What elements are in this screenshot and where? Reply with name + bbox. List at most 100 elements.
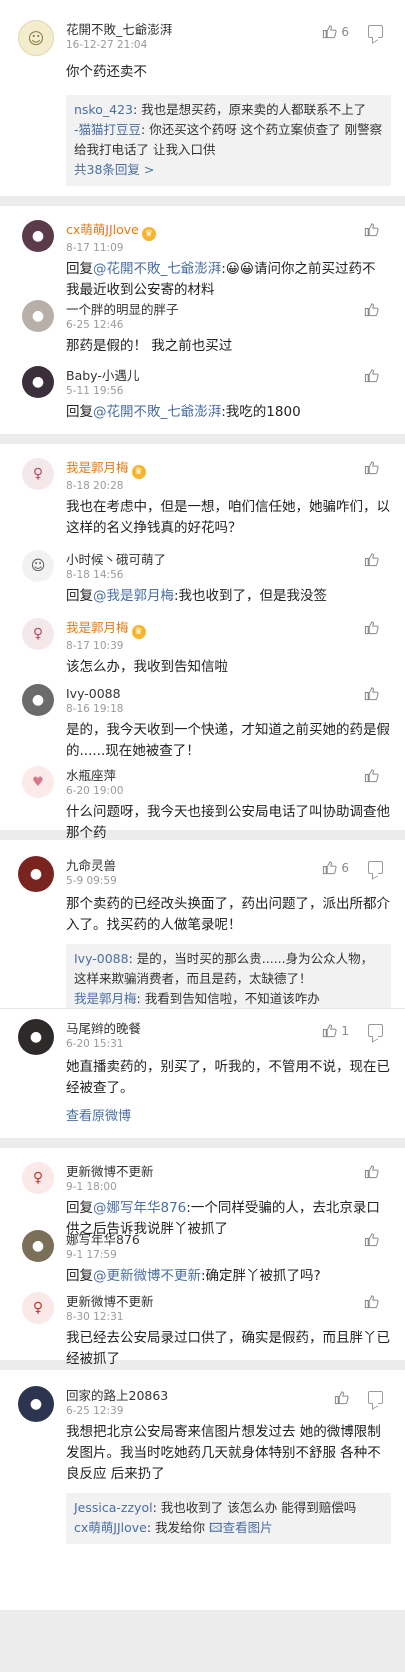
mention-link[interactable]: @更新微博不更新 [93, 1268, 201, 1284]
thumbs-up-icon [364, 303, 379, 317]
avatar[interactable]: ☺ [18, 20, 54, 56]
reply-box[interactable]: Jessica-zzyol: 我也收到了 该怎么办 能得到赔偿吗 cx萌萌JJl… [66, 1493, 391, 1544]
comment-text: 该怎么办，我收到告知信啦 [66, 659, 228, 675]
reply-username[interactable]: cx萌萌JJlove [74, 1520, 147, 1535]
like-button[interactable]: 1 [322, 1023, 349, 1038]
reply-box[interactable]: nsko_423: 我也是想买药，原来卖的人都联系不上了 -猫猫打豆豆: 你还买… [66, 95, 391, 186]
mention-link[interactable]: @花開不敗_七爺澎湃 [93, 261, 221, 277]
thumbs-up-icon [364, 1233, 379, 1247]
comment: ♥ 水瓶座萍 6-20 19:00 什么问题呀，我今天也接到公安局电话了叫协助调… [0, 766, 405, 844]
comment-text: 你个药还卖不 [66, 64, 147, 80]
comment: ♀ 我是郭月梅 ♛ 8-18 20:28 我也在考虑中，但是一想，咱们信任她，她骗… [0, 458, 405, 550]
timestamp: 6-20 15:31 [66, 1038, 124, 1050]
like-button[interactable] [364, 368, 379, 383]
avatar[interactable]: ♀ [22, 618, 54, 650]
username[interactable]: cx萌萌JJlove ♛ [66, 220, 393, 241]
comment-card: ♀ 我是郭月梅 ♛ 8-18 20:28 我也在考虑中，但是一想，咱们信任她，她骗… [0, 444, 405, 841]
avatar[interactable]: ☺ [22, 550, 54, 582]
comment: ● Baby-小遇儿 5-11 19:56 回复@花開不敗_七爺澎湃:我吃的18… [0, 366, 405, 423]
reply-username[interactable]: Ivy-0088 [74, 951, 129, 966]
avatar[interactable]: ● [22, 1230, 54, 1262]
more-replies-link[interactable]: 共38条回复 > [74, 160, 383, 180]
username[interactable]: 更新微博不更新 [66, 1162, 393, 1180]
thumbs-up-icon [364, 769, 379, 783]
username[interactable]: 更新微博不更新 [66, 1292, 393, 1310]
like-button[interactable]: 6 [322, 24, 349, 39]
mention-link[interactable]: @娜写年华876 [93, 1200, 186, 1216]
timestamp: 5-9 09:59 [66, 875, 117, 887]
timestamp: 8-17 11:09 [66, 242, 124, 254]
username[interactable]: 我是郭月梅 ♛ [66, 458, 393, 479]
like-button[interactable] [364, 1232, 379, 1247]
comment: ☺ 小时候丶硪可萌了 8-18 14:56 回复@我是郭月梅:我也收到了，但是我… [0, 550, 405, 618]
comment-card: ☺ 花開不敗_七爺澎湃 16-12-27 21:04 6 你个药还卖不 nsko… [0, 0, 405, 196]
avatar[interactable]: ♀ [22, 1162, 54, 1194]
timestamp: 6-25 12:46 [66, 319, 124, 331]
avatar[interactable]: ● [18, 856, 54, 892]
like-button[interactable] [334, 1390, 349, 1405]
comment-card: ♀ 更新微博不更新 9-1 18:00 回复@娜写年华876:一个同样受骗的人，… [0, 1148, 405, 1367]
like-button[interactable] [364, 302, 379, 317]
reply-username[interactable]: 我是郭月梅 [74, 991, 137, 1006]
avatar[interactable]: ● [22, 300, 54, 332]
username[interactable]: 我是郭月梅 ♛ [66, 618, 393, 639]
timestamp: 9-1 17:59 [66, 1249, 117, 1261]
comment-text: 我想把北京公安局寄来信图片想发过去 她的微博限制发图片。我当时吃她药几天就身体特… [66, 1424, 381, 1482]
reply-icon[interactable] [368, 1391, 383, 1404]
mention-link[interactable]: @我是郭月梅 [93, 588, 174, 604]
reply-box[interactable]: Ivy-0088: 是的，当时买的那么贵......身为公众人物，这样来欺骗消费… [66, 944, 391, 1015]
comment-card: ● 九命灵兽 5-9 09:59 6 那个卖药的已经改头换面了，药出问题了，派出… [0, 840, 405, 1015]
avatar[interactable]: ● [18, 1019, 54, 1055]
comment-card: ● 回家的路上20863 6-25 12:39 我想把北京公安局寄来信图片想发过… [0, 1370, 405, 1610]
avatar[interactable]: ♥ [22, 766, 54, 798]
reply-item: 我是郭月梅: 我看到告知信啦，不知道该咋办 [74, 989, 383, 1009]
like-button[interactable] [364, 222, 379, 237]
like-button[interactable] [364, 1294, 379, 1309]
thumbs-up-icon [364, 1165, 379, 1179]
username[interactable]: 娜写年华876 [66, 1230, 393, 1248]
username[interactable]: 一个胖的明显的胖子 [66, 300, 393, 318]
reply-icon[interactable] [368, 861, 383, 874]
vip-crown-icon: ♛ [131, 465, 146, 479]
comment: ♀ 我是郭月梅 ♛ 8-17 10:39 该怎么办，我收到告知信啦 [0, 618, 405, 684]
like-button[interactable] [364, 620, 379, 635]
thumbs-up-icon [364, 621, 379, 635]
like-button[interactable] [364, 460, 379, 475]
timestamp: 6-25 12:39 [66, 1405, 124, 1417]
like-button[interactable] [364, 552, 379, 567]
like-button[interactable]: 6 [322, 860, 349, 875]
reply-username[interactable]: nsko_423 [74, 102, 133, 117]
reply-item: nsko_423: 我也是想买药，原来卖的人都联系不上了 [74, 100, 383, 120]
avatar[interactable]: ● [22, 220, 54, 252]
view-image-link[interactable]: 🖾查看图片 [209, 1520, 273, 1535]
reply-username[interactable]: Jessica-zzyol [74, 1500, 153, 1515]
comment: ● 娜写年华876 9-1 17:59 回复@更新微博不更新:确定胖丫被抓了吗? [0, 1230, 405, 1292]
like-button[interactable] [364, 768, 379, 783]
vip-crown-icon: ♛ [141, 227, 156, 241]
reply-text: : 我也收到了 该怎么办 能得到赔偿吗 [152, 1500, 357, 1515]
reply-icon[interactable] [368, 1024, 383, 1037]
comment-text: 回复@花開不敗_七爺澎湃:我吃的1800 [66, 404, 301, 420]
username[interactable]: 水瓶座萍 [66, 766, 393, 784]
username[interactable]: Ivy-0088 [66, 684, 393, 702]
reply-username[interactable]: -猫猫打豆豆 [74, 122, 141, 137]
view-original-link[interactable]: 查看原微博 [66, 1105, 405, 1124]
avatar[interactable]: ● [22, 684, 54, 716]
vip-crown-icon: ♛ [131, 625, 146, 639]
avatar[interactable]: ● [18, 1386, 54, 1422]
avatar[interactable]: ♀ [22, 1292, 54, 1324]
like-button[interactable] [364, 1164, 379, 1179]
thumbs-up-icon [364, 687, 379, 701]
reply-icon[interactable] [368, 25, 383, 38]
avatar[interactable]: ♀ [22, 458, 54, 490]
comment-text: 那药是假的！ 我之前也买过 [66, 338, 233, 354]
like-button[interactable] [364, 686, 379, 701]
mention-link[interactable]: @花開不敗_七爺澎湃 [93, 404, 221, 420]
reply-text: : 我也是想买药，原来卖的人都联系不上了 [132, 102, 367, 117]
timestamp: 8-18 14:56 [66, 569, 124, 581]
timestamp: 8-16 19:18 [66, 703, 124, 715]
username[interactable]: Baby-小遇儿 [66, 366, 393, 384]
like-count: 1 [341, 1023, 349, 1038]
username[interactable]: 小时候丶硪可萌了 [66, 550, 393, 568]
avatar[interactable]: ● [22, 366, 54, 398]
